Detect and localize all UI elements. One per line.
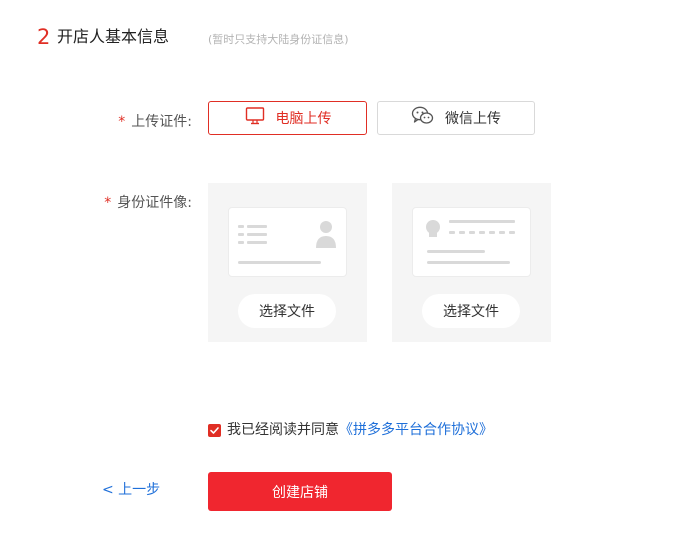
prev-step-link[interactable]: < 上一步: [102, 480, 160, 500]
front-choose-file-button[interactable]: 选择文件: [238, 294, 336, 328]
required-mark: *: [104, 195, 112, 211]
checkmark-icon: [210, 426, 219, 434]
required-mark: *: [118, 114, 126, 130]
agreement-link[interactable]: 《拼多多平台合作协议》: [339, 420, 493, 440]
agreement-text: 我已经阅读并同意: [227, 422, 339, 438]
wechat-icon: [411, 105, 435, 131]
back-choose-file-button[interactable]: 选择文件: [422, 294, 520, 328]
id-front-placeholder: [228, 207, 347, 277]
id-photo-label-row: * 身份证件像:: [52, 193, 192, 213]
id-back-upload[interactable]: 选择文件: [392, 183, 551, 342]
computer-upload-label: 电脑上传: [275, 111, 332, 127]
id-back-icon: [426, 220, 515, 264]
agreement-checkbox[interactable]: [208, 423, 221, 437]
section-title: 开店人基本信息: [57, 27, 170, 46]
section-note: (暂时只支持大陆身份证信息): [208, 33, 349, 46]
upload-label: 上传证件:: [131, 114, 192, 130]
agreement-row: 我已经阅读并同意 《拼多多平台合作协议》: [208, 420, 493, 440]
id-photo-label: 身份证件像:: [117, 195, 192, 211]
wechat-upload-button[interactable]: 微信上传: [377, 101, 535, 135]
id-front-upload[interactable]: 选择文件: [208, 183, 367, 342]
monitor-icon: [244, 105, 266, 131]
id-front-icon: [238, 221, 336, 264]
id-back-placeholder: [412, 207, 531, 277]
computer-upload-button[interactable]: 电脑上传: [208, 101, 367, 135]
section-number: 2: [37, 25, 51, 49]
upload-label-row: * 上传证件:: [52, 112, 192, 132]
create-store-button[interactable]: 创建店铺: [208, 472, 392, 511]
wechat-upload-label: 微信上传: [445, 111, 501, 127]
